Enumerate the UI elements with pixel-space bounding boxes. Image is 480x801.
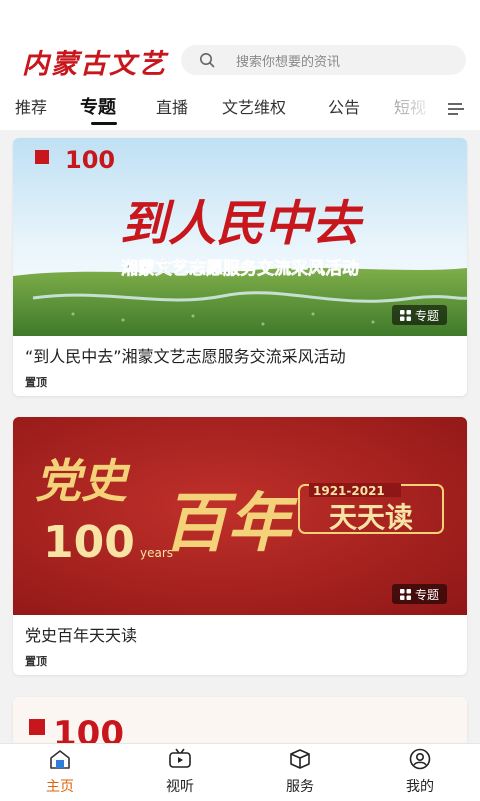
home-icon — [50, 750, 70, 769]
tab-rights[interactable]: 文艺维权 — [222, 94, 286, 118]
pinned-label: 置顶 — [25, 655, 47, 668]
nav-profile-label: 我的 — [406, 779, 434, 795]
tab-recommend[interactable]: 推荐 — [15, 94, 47, 118]
topic-card[interactable]: 100 到人民中去 湘蒙文艺志愿服务交流采风活动 专题 “到人民中去”湘蒙文艺志… — [13, 138, 467, 396]
banner-right-text: 百年 — [163, 486, 298, 561]
grid-icon — [399, 309, 411, 321]
tab-topics[interactable]: 专题 — [80, 93, 116, 119]
banner-number: 100 — [43, 517, 135, 568]
tv-icon — [169, 748, 191, 768]
topic-badge: 专题 — [391, 305, 447, 325]
nav-home[interactable]: 主页 — [20, 748, 100, 796]
card-title[interactable]: “到人民中去”湘蒙文艺志愿服务交流采风活动 — [25, 343, 346, 367]
bottom-nav: 主页 视听 服务 我的 — [0, 743, 480, 801]
topic-card[interactable]: 100 — [13, 697, 467, 747]
banner-subheadline: 湘蒙文艺志愿服务交流采风活动 — [121, 258, 359, 279]
badge-label: 专题 — [414, 587, 439, 602]
card-banner-image: 100 — [13, 697, 467, 747]
nav-home-label: 主页 — [46, 779, 74, 795]
topic-badge: 专题 — [391, 584, 447, 604]
tab-live[interactable]: 直播 — [156, 94, 188, 118]
search-icon — [200, 53, 215, 68]
menu-icon[interactable] — [447, 102, 465, 116]
tabs-fade — [388, 90, 440, 128]
search-box[interactable]: 搜索你想要的资讯 — [181, 45, 466, 75]
nav-profile[interactable]: 我的 — [380, 748, 460, 796]
nav-services-label: 服务 — [286, 779, 314, 795]
badge-label: 专题 — [414, 308, 439, 323]
user-icon — [409, 748, 431, 770]
topic-card[interactable]: 党史 100 years 百年 1921-2021 天天读 专题 党史百年天天读… — [13, 417, 467, 675]
search-placeholder: 搜索你想要的资讯 — [236, 55, 341, 70]
banner-left-text: 党史 — [35, 454, 131, 508]
svg-text:100: 100 — [65, 146, 115, 174]
card-title[interactable]: 党史百年天天读 — [25, 622, 137, 646]
banner-date-range: 1921-2021 — [313, 484, 385, 498]
category-tabs: 推荐 专题 直播 文艺维权 公告 短视 — [0, 90, 480, 128]
banner-headline: 到人民中去 — [120, 196, 364, 252]
nav-media[interactable]: 视听 — [140, 748, 220, 796]
tab-notices[interactable]: 公告 — [328, 94, 360, 118]
top-bar: 内蒙古文艺 搜索你想要的资讯 推荐 专题 直播 文艺维权 公告 短视 — [0, 0, 480, 130]
pinned-label: 置顶 — [25, 376, 47, 389]
emblem-icon — [29, 719, 45, 735]
active-tab-indicator — [91, 122, 117, 125]
nav-services[interactable]: 服务 — [260, 748, 340, 796]
cube-icon — [290, 749, 310, 769]
banner-daily: 天天读 — [329, 501, 413, 534]
nav-media-label: 视听 — [166, 779, 194, 795]
grid-icon — [399, 588, 411, 600]
app-logo[interactable]: 内蒙古文艺 — [22, 42, 167, 81]
